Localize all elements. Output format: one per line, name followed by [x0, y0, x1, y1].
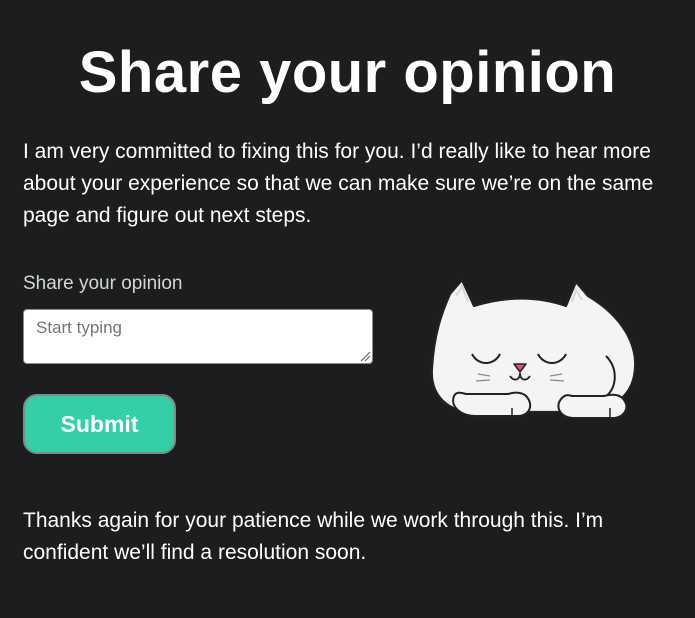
sleeping-cat-illustration [430, 278, 637, 419]
submit-button[interactable]: Submit [23, 394, 176, 454]
closing-paragraph: Thanks again for your patience while we … [23, 509, 604, 564]
opinion-textarea[interactable] [23, 309, 373, 364]
page-title: Share your opinion [78, 40, 617, 105]
opinion-field-label: Share your opinion [23, 273, 183, 294]
intro-paragraph: I am very committed to fixing this for y… [23, 140, 654, 227]
